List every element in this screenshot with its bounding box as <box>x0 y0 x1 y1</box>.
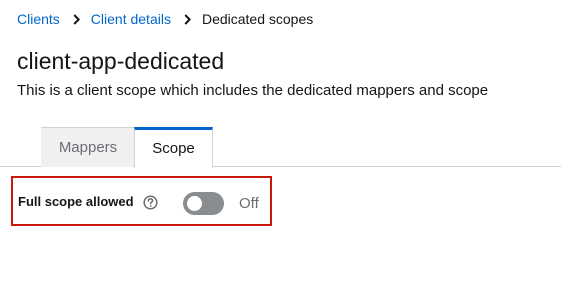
tab-scope[interactable]: Scope <box>134 127 213 168</box>
question-circle-icon[interactable] <box>143 195 158 210</box>
page-title: client-app-dedicated <box>17 48 225 74</box>
breadcrumb-current: Dedicated scopes <box>201 11 314 27</box>
tab-mappers[interactable]: Mappers <box>41 127 135 167</box>
chevron-right-icon <box>183 13 193 25</box>
full-scope-allowed-switch[interactable] <box>183 192 224 215</box>
full-scope-allowed-field: Full scope allowed Off <box>11 176 272 226</box>
page: Clients Client details Dedicated scopes … <box>0 0 561 283</box>
breadcrumb: Clients Client details Dedicated scopes <box>17 11 313 27</box>
breadcrumb-link-client-details[interactable]: Client details <box>91 11 171 27</box>
full-scope-allowed-label: Full scope allowed <box>18 194 134 209</box>
switch-state-label: Off <box>239 195 259 212</box>
tab-bar: Mappers Scope <box>0 127 561 168</box>
breadcrumb-link-clients[interactable]: Clients <box>17 11 60 27</box>
switch-knob <box>187 196 202 211</box>
chevron-right-icon <box>72 13 82 25</box>
page-description: This is a client scope which includes th… <box>17 82 489 99</box>
